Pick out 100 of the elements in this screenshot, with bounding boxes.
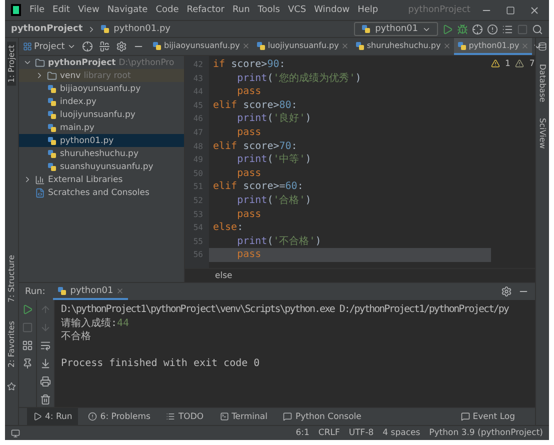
tree-item[interactable]: pythonProject D:\pythonPro [19, 56, 184, 69]
code-line: elif score>=60: [212, 180, 304, 194]
database-tool-tab[interactable]: Database [538, 61, 547, 106]
warning-count[interactable]: 7 [529, 59, 535, 69]
folder-icon [47, 70, 57, 80]
tree-item[interactable]: Scratches and Consoles [19, 186, 184, 199]
code-line: print('不合格') [236, 234, 322, 248]
maximize-icon[interactable] [506, 6, 516, 14]
python-file-icon [354, 40, 365, 50]
status-item[interactable]: 6:1 [296, 428, 310, 438]
warning-icon [491, 59, 500, 68]
list-icon [166, 412, 176, 421]
close-icon[interactable] [529, 4, 540, 16]
tool-window-tab[interactable]: Terminal [214, 408, 274, 425]
database-icon[interactable] [538, 42, 547, 51]
scroll-to-end-icon[interactable] [40, 358, 51, 369]
menu-item[interactable]: Window [314, 5, 350, 15]
tree-item[interactable]: bijiaoyunsuanfu.py [19, 82, 184, 95]
status-item[interactable]: 4 spaces [382, 428, 420, 438]
tree-item[interactable]: venv library root [19, 69, 184, 82]
star-icon [7, 382, 16, 391]
alert-icon [88, 412, 98, 421]
rerun-icon[interactable] [22, 304, 33, 315]
code-line: pass [236, 126, 262, 140]
tree-item[interactable]: index.py [19, 95, 184, 108]
menu-item[interactable]: Navigate [107, 5, 148, 15]
project-view-dropdown[interactable]: Project [23, 42, 76, 52]
tool-window-tab[interactable]: Python Console [277, 408, 368, 425]
menu-item[interactable]: Code [156, 5, 179, 15]
run-icon[interactable] [442, 24, 453, 34]
tool-window-tab[interactable]: TODO [160, 408, 210, 425]
tree-item[interactable]: main.py [19, 121, 184, 134]
layout-icon[interactable] [22, 340, 33, 351]
status-item[interactable]: Python 3.9 (pythonProject) [429, 428, 543, 438]
error-count[interactable]: 1 [505, 59, 510, 69]
breadcrumb-file[interactable]: python01.py [114, 24, 170, 34]
menu-item[interactable]: View [78, 5, 100, 15]
print-icon[interactable] [40, 376, 51, 387]
code-line: print('您的成绩为优秀') [236, 72, 362, 86]
tree-item[interactable]: luojiyunsuanfu.py [19, 108, 184, 121]
tool-window-tab[interactable]: 4: Run [27, 408, 78, 425]
tree-item[interactable]: shuruheshuchu.py [19, 147, 184, 160]
settings-icon[interactable] [501, 286, 512, 297]
editor-tab[interactable]: bijiaoyunsuanfu.py [149, 38, 253, 55]
trash-icon[interactable] [40, 394, 51, 405]
debug-icon[interactable] [457, 24, 468, 34]
tree-item[interactable]: suanshuyunsuanfu.py [19, 160, 184, 173]
code-line: pass [236, 85, 262, 99]
search-icon[interactable] [532, 24, 543, 34]
python-file-icon [361, 24, 372, 34]
chevron-icon[interactable] [23, 58, 32, 67]
code-line: print('合格') [236, 194, 312, 208]
scratch-icon [35, 188, 45, 198]
settings-icon[interactable] [116, 41, 127, 52]
project-tool-tab[interactable]: 1: Project [7, 42, 16, 86]
breadcrumb-project[interactable]: pythonProject [11, 24, 83, 34]
collapse-icon[interactable] [98, 41, 110, 52]
menu-item[interactable]: Help [358, 5, 378, 15]
soft-wrap-icon[interactable] [40, 340, 51, 351]
menu-item[interactable]: Run [232, 5, 250, 15]
python-file-icon [152, 40, 162, 50]
menu-item[interactable]: File [29, 5, 45, 15]
window-title: pythonProject [408, 5, 470, 15]
tree-item[interactable]: python01.py [19, 134, 184, 147]
pin-icon[interactable] [22, 358, 33, 369]
sciview-tool-tab[interactable]: SciView [538, 115, 547, 152]
tree-item[interactable]: External Libraries [19, 173, 184, 186]
code-line: pass [236, 208, 262, 222]
editor-tab[interactable]: shuruheshuchu.py [352, 38, 454, 55]
code-breadcrumb[interactable]: else [215, 270, 232, 280]
editor-tab[interactable]: luojiyunsuanfu.py [252, 38, 352, 55]
run-configuration-dropdown[interactable]: python01 [354, 22, 438, 36]
menu-item[interactable]: VCS [288, 5, 306, 15]
crosshair-icon[interactable] [82, 41, 93, 52]
python-file-icon [100, 24, 110, 34]
status-item[interactable]: UTF-8 [348, 428, 374, 438]
grid-icon [23, 42, 32, 51]
python-file-icon [456, 40, 467, 50]
menu-item[interactable]: Tools [258, 5, 280, 15]
console-line: D:\pythonProject1\pythonProject\venv\Scripts\python.exe D:/pythonProject1/pythonProject/py [61, 303, 510, 316]
chevron-icon[interactable] [23, 175, 32, 184]
structure-tool-tab[interactable]: 7: Structure [7, 252, 16, 306]
status-item[interactable]: CRLF [318, 428, 340, 438]
path-hint: library root [84, 70, 131, 80]
menu-item[interactable]: Refactor [186, 5, 225, 15]
tool-window-tab[interactable]: 6: Problems [82, 408, 156, 425]
tasks-icon[interactable] [502, 24, 513, 34]
folder-icon [35, 58, 45, 68]
code-line: elif score>70: [212, 140, 298, 154]
editor-tab[interactable]: python01.py [454, 38, 532, 55]
chevron-icon[interactable] [35, 71, 44, 80]
event-log-button[interactable]: Event Log [454, 408, 521, 425]
terminal-icon [220, 412, 229, 421]
console-line: Process finished with exit code 0 [61, 357, 261, 370]
favorites-tool-tab[interactable]: 2: Favorites [7, 318, 16, 370]
speech-bubble-icon [460, 412, 470, 421]
code-line: if score>90: [212, 58, 286, 72]
panel-toggle-icon[interactable] [11, 428, 20, 438]
code-line: else: [212, 221, 244, 235]
menu-item[interactable]: Edit [52, 5, 70, 15]
